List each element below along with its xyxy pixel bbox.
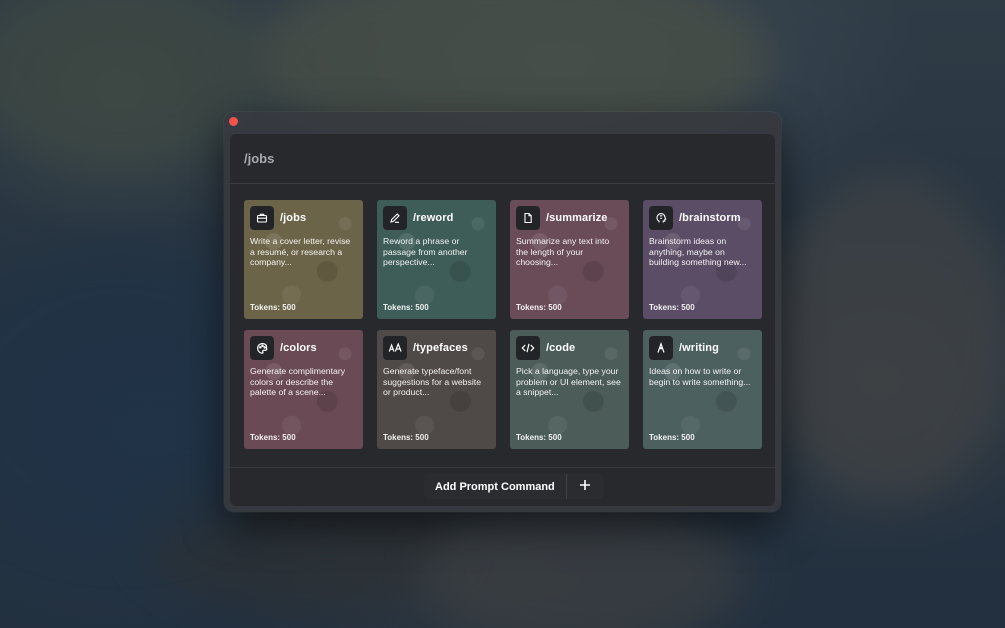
command-grid: /jobs Write a cover letter, revise a res… (244, 200, 762, 449)
command-title: /jobs (280, 212, 307, 224)
footer-actions: Add Prompt Command (424, 474, 604, 499)
command-description: Brainstorm ideas on anything, maybe on b… (649, 236, 747, 268)
typeface-icon (383, 336, 407, 360)
add-prompt-command-button[interactable]: Add Prompt Command (424, 474, 566, 499)
command-description: Reword a phrase or passage from another … (383, 236, 468, 268)
command-description: Generate typeface/font suggestions for a… (383, 366, 482, 398)
command-title: /code (546, 342, 576, 354)
command-title: /brainstorm (679, 212, 741, 224)
brain-icon (649, 206, 673, 230)
command-description: Generate complimentary colors or describ… (250, 366, 346, 398)
prompt-launcher-window: /jobs Write a cover letter, revise a res… (224, 112, 781, 512)
footer-divider (230, 467, 775, 468)
command-card-colors[interactable]: /colors Generate complimentary colors or… (244, 330, 363, 449)
wallpaper-cliff (770, 170, 1005, 500)
close-window-button[interactable] (229, 117, 238, 126)
plus-icon (579, 479, 591, 494)
command-title: /writing (679, 342, 719, 354)
command-title: /colors (280, 342, 317, 354)
desktop-wallpaper: /jobs Write a cover letter, revise a res… (0, 0, 1005, 628)
command-description: Summarize any text into the length of yo… (516, 236, 610, 268)
command-tokens: Tokens: 500 (250, 433, 296, 442)
command-card-typefaces[interactable]: /typefaces Generate typeface/font sugges… (377, 330, 496, 449)
command-card-jobs[interactable]: /jobs Write a cover letter, revise a res… (244, 200, 363, 319)
command-tokens: Tokens: 500 (649, 433, 695, 442)
command-card-brainstorm[interactable]: /brainstorm Brainstorm ideas on anything… (643, 200, 762, 319)
command-tokens: Tokens: 500 (383, 433, 429, 442)
command-card-writing[interactable]: /writing Ideas on how to write or begin … (643, 330, 762, 449)
command-description: Write a cover letter, revise a resumé, o… (250, 236, 351, 268)
command-card-reword[interactable]: /reword Reword a phrase or passage from … (377, 200, 496, 319)
palette-icon (250, 336, 274, 360)
command-title: /typefaces (413, 342, 468, 354)
pencil-icon (383, 206, 407, 230)
search-bar (230, 134, 775, 184)
command-card-summarize[interactable]: /summarize Summarize any text into the l… (510, 200, 629, 319)
briefcase-icon (250, 206, 274, 230)
command-card-code[interactable]: /code Pick a language, type your problem… (510, 330, 629, 449)
command-description: Pick a language, type your problem or UI… (516, 366, 621, 398)
command-tokens: Tokens: 500 (649, 303, 695, 312)
command-tokens: Tokens: 500 (383, 303, 429, 312)
launcher-panel: /jobs Write a cover letter, revise a res… (230, 134, 775, 506)
command-description: Ideas on how to write or begin to write … (649, 366, 751, 387)
document-icon (516, 206, 540, 230)
command-title: /reword (413, 212, 454, 224)
command-tokens: Tokens: 500 (516, 303, 562, 312)
command-search-input[interactable] (244, 147, 744, 169)
wallpaper-rocks-center (420, 500, 740, 628)
command-title: /summarize (546, 212, 608, 224)
command-tokens: Tokens: 500 (516, 433, 562, 442)
code-icon (516, 336, 540, 360)
add-command-plus-button[interactable] (565, 474, 604, 499)
pen-nib-icon (649, 336, 673, 360)
command-tokens: Tokens: 500 (250, 303, 296, 312)
